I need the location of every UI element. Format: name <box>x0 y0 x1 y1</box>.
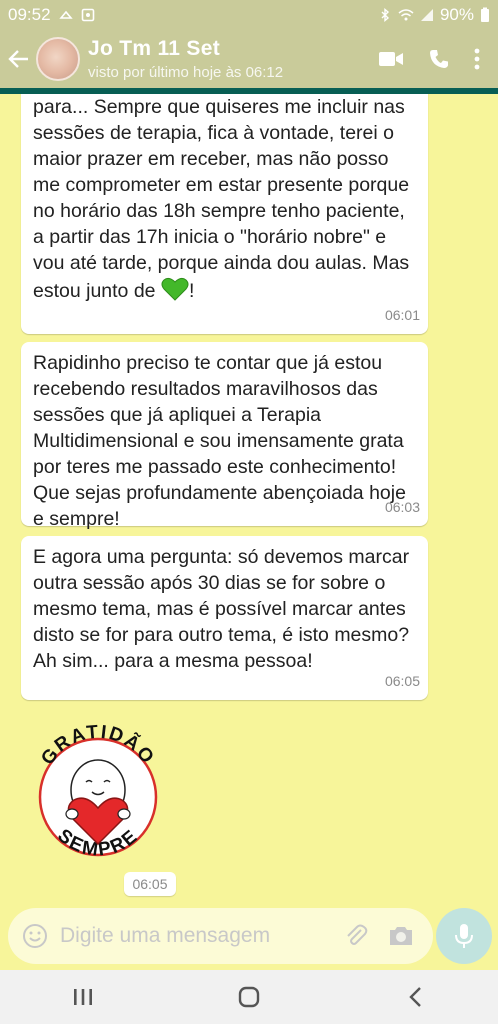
more-options-icon[interactable] <box>474 48 480 70</box>
battery-icon <box>481 7 489 22</box>
avatar[interactable] <box>36 37 80 81</box>
message-bubble[interactable]: para... Sempre que quiseres me incluir n… <box>21 94 428 334</box>
green-heart-icon <box>161 277 189 301</box>
weather-icon <box>58 10 73 19</box>
message-input-bar: Digite uma mensagem <box>0 904 498 970</box>
message-text-end: ! <box>188 280 195 302</box>
home-button[interactable] <box>219 977 279 1017</box>
back-arrow-icon <box>8 50 28 68</box>
battery-level: 90% <box>439 5 474 24</box>
last-seen: visto por último hoje às 06:12 <box>88 64 284 81</box>
message-bubble[interactable]: Rapidinho preciso te contar que já estou… <box>21 342 428 530</box>
phone-call-icon[interactable] <box>428 48 450 70</box>
message-bubble[interactable]: E agora uma pergunta: só devemos marcar … <box>21 536 428 700</box>
wifi-icon <box>398 9 414 21</box>
back-chevron-icon <box>409 987 421 1007</box>
attach-icon[interactable] <box>343 923 369 949</box>
message-time: 06:05 <box>384 673 420 689</box>
message-text: para... Sempre que quiseres me incluir n… <box>33 96 410 302</box>
chat-header: Jo Tm 11 Set visto por último hoje às 06… <box>0 30 498 88</box>
message-time: 06:01 <box>384 307 420 323</box>
message-placeholder: Digite uma mensagem <box>60 924 271 947</box>
message-text: Rapidinho preciso te contar que já estou… <box>33 352 406 530</box>
gratitude-sticker[interactable]: GRATIDÃO SEMPRE <box>28 712 168 872</box>
microphone-button[interactable] <box>436 908 492 964</box>
recent-apps-button[interactable] <box>53 977 113 1017</box>
status-bar: 09:52 90% <box>0 0 498 30</box>
message-input[interactable]: Digite uma mensagem <box>8 908 433 964</box>
image-icon <box>81 8 94 22</box>
camera-icon[interactable] <box>387 924 415 948</box>
chat-area[interactable]: para... Sempre que quiseres me incluir n… <box>0 94 498 904</box>
signal-icon <box>420 9 433 21</box>
emoji-icon[interactable] <box>22 923 48 949</box>
system-nav-bar <box>0 970 498 1024</box>
message-text: E agora uma pergunta: só devemos marcar … <box>33 546 410 672</box>
status-time: 09:52 <box>8 5 51 24</box>
contact-name: Jo Tm 11 Set <box>88 37 220 60</box>
home-icon <box>238 986 260 1008</box>
microphone-icon <box>455 924 473 948</box>
sticker-time: 06:05 <box>124 872 176 896</box>
video-call-icon[interactable] <box>378 50 404 68</box>
message-time: 06:03 <box>384 499 420 515</box>
contact-info[interactable]: Jo Tm 11 Set visto por último hoje às 06… <box>88 37 283 81</box>
back-button[interactable] <box>2 30 36 88</box>
bluetooth-icon <box>381 8 390 22</box>
back-nav-button[interactable] <box>385 977 445 1017</box>
recent-apps-icon <box>74 989 92 1005</box>
